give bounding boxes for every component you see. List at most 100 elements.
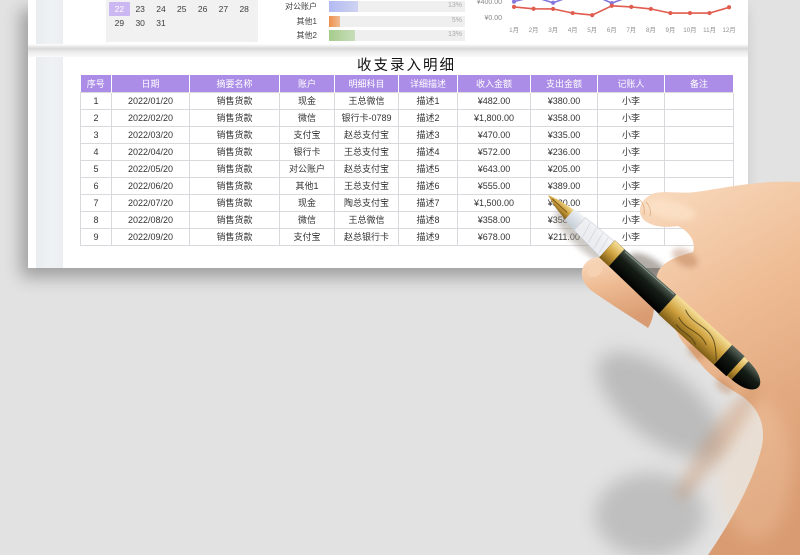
header-cell-bookkeeper[interactable]: 记账人 [598, 75, 665, 92]
cell-description[interactable]: 描述7 [399, 194, 458, 211]
cell-description[interactable]: 描述1 [399, 92, 458, 109]
cell-account[interactable]: 微信 [280, 211, 335, 228]
header-cell-subject[interactable]: 明细科目 [335, 75, 399, 92]
cell-summary[interactable]: 销售货款 [190, 211, 280, 228]
header-cell-account[interactable]: 账户 [280, 75, 335, 92]
cell-expense[interactable]: ¥358.00 [531, 109, 598, 126]
cell-remark[interactable] [665, 211, 734, 228]
cell-description[interactable]: 描述5 [399, 160, 458, 177]
cell-summary[interactable]: 销售货款 [190, 109, 280, 126]
cell-account[interactable]: 现金 [280, 194, 335, 211]
calendar-day-cell[interactable]: 28 [234, 2, 255, 16]
cell-remark[interactable] [665, 160, 734, 177]
cell-subject[interactable]: 王总微信 [335, 211, 399, 228]
cell-bookkeeper[interactable]: 小李 [598, 92, 665, 109]
header-cell-description[interactable]: 详细描述 [399, 75, 458, 92]
cell-expense[interactable]: ¥380.00 [531, 194, 598, 211]
cell-income[interactable]: ¥470.00 [458, 126, 531, 143]
cell-summary[interactable]: 销售货款 [190, 177, 280, 194]
cell-date[interactable]: 2022/09/20 [112, 228, 190, 245]
calendar-day-cell[interactable]: 24 [151, 2, 172, 16]
cell-account[interactable]: 微信 [280, 109, 335, 126]
calendar-day-cell[interactable]: 25 [171, 2, 192, 16]
cell-subject[interactable]: 赵总支付宝 [335, 160, 399, 177]
cell-description[interactable]: 描述6 [399, 177, 458, 194]
cell-bookkeeper[interactable]: 小李 [598, 160, 665, 177]
cell-summary[interactable]: 销售货款 [190, 143, 280, 160]
cell-description[interactable]: 描述9 [399, 228, 458, 245]
cell-subject[interactable]: 赵总银行卡 [335, 228, 399, 245]
cell-account[interactable]: 支付宝 [280, 126, 335, 143]
cell-summary[interactable]: 销售货款 [190, 194, 280, 211]
cell-date[interactable]: 2022/07/20 [112, 194, 190, 211]
cell-summary[interactable]: 销售货款 [190, 228, 280, 245]
cell-summary[interactable]: 销售货款 [190, 126, 280, 143]
cell-remark[interactable] [665, 109, 734, 126]
cell-no[interactable]: 9 [81, 228, 112, 245]
calendar-day-cell[interactable]: 22 [109, 2, 130, 16]
cell-description[interactable]: 描述3 [399, 126, 458, 143]
cell-date[interactable]: 2022/02/20 [112, 109, 190, 126]
cell-income[interactable]: ¥555.00 [458, 177, 531, 194]
cell-no[interactable]: 6 [81, 177, 112, 194]
cell-expense[interactable]: ¥389.00 [531, 177, 598, 194]
cell-income[interactable]: ¥1,800.00 [458, 109, 531, 126]
cell-bookkeeper[interactable]: 小李 [598, 211, 665, 228]
cell-income[interactable]: ¥1,500.00 [458, 194, 531, 211]
calendar-day-cell[interactable]: 26 [192, 2, 213, 16]
header-cell-expense[interactable]: 支出金额 [531, 75, 598, 92]
cell-remark[interactable] [665, 228, 734, 245]
cell-subject[interactable]: 银行卡-0789 [335, 109, 399, 126]
cell-expense[interactable]: ¥205.00 [531, 160, 598, 177]
header-cell-income[interactable]: 收入金额 [458, 75, 531, 92]
calendar-day-cell[interactable]: 31 [151, 16, 172, 30]
cell-expense[interactable]: ¥335.00 [531, 126, 598, 143]
cell-date[interactable]: 2022/04/20 [112, 143, 190, 160]
cell-date[interactable]: 2022/03/20 [112, 126, 190, 143]
cell-subject[interactable]: 陶总支付宝 [335, 194, 399, 211]
cell-description[interactable]: 描述8 [399, 211, 458, 228]
cell-subject[interactable]: 王总支付宝 [335, 177, 399, 194]
cell-date[interactable]: 2022/08/20 [112, 211, 190, 228]
cell-income[interactable]: ¥358.00 [458, 211, 531, 228]
cell-expense[interactable]: ¥236.00 [531, 143, 598, 160]
cell-remark[interactable] [665, 194, 734, 211]
cell-income[interactable]: ¥678.00 [458, 228, 531, 245]
calendar-day-cell[interactable]: 27 [213, 2, 234, 16]
cell-expense[interactable]: ¥211.00 [531, 228, 598, 245]
cell-description[interactable]: 描述2 [399, 109, 458, 126]
cell-date[interactable]: 2022/05/20 [112, 160, 190, 177]
cell-income[interactable]: ¥643.00 [458, 160, 531, 177]
cell-bookkeeper[interactable]: 小李 [598, 228, 665, 245]
cell-bookkeeper[interactable]: 小李 [598, 143, 665, 160]
cell-no[interactable]: 5 [81, 160, 112, 177]
header-cell-date[interactable]: 日期 [112, 75, 190, 92]
cell-account[interactable]: 其他1 [280, 177, 335, 194]
cell-remark[interactable] [665, 126, 734, 143]
cell-date[interactable]: 2022/06/20 [112, 177, 190, 194]
cell-account[interactable]: 对公账户 [280, 160, 335, 177]
header-cell-remark[interactable]: 备注 [665, 75, 734, 92]
cell-expense[interactable]: ¥358.00 [531, 211, 598, 228]
header-cell-no[interactable]: 序号 [81, 75, 112, 92]
cell-account[interactable]: 支付宝 [280, 228, 335, 245]
cell-no[interactable]: 2 [81, 109, 112, 126]
cell-subject[interactable]: 王总微信 [335, 92, 399, 109]
cell-account[interactable]: 银行卡 [280, 143, 335, 160]
cell-remark[interactable] [665, 177, 734, 194]
cell-subject[interactable]: 王总支付宝 [335, 143, 399, 160]
cell-no[interactable]: 7 [81, 194, 112, 211]
cell-description[interactable]: 描述4 [399, 143, 458, 160]
cell-bookkeeper[interactable]: 小李 [598, 109, 665, 126]
cell-no[interactable]: 3 [81, 126, 112, 143]
header-cell-summary[interactable]: 摘要名称 [190, 75, 280, 92]
cell-no[interactable]: 1 [81, 92, 112, 109]
cell-expense[interactable]: ¥380.00 [531, 92, 598, 109]
cell-bookkeeper[interactable]: 小李 [598, 177, 665, 194]
cell-remark[interactable] [665, 143, 734, 160]
calendar-day-cell[interactable]: 23 [130, 2, 151, 16]
cell-no[interactable]: 8 [81, 211, 112, 228]
cell-income[interactable]: ¥482.00 [458, 92, 531, 109]
cell-summary[interactable]: 销售货款 [190, 160, 280, 177]
cell-remark[interactable] [665, 92, 734, 109]
